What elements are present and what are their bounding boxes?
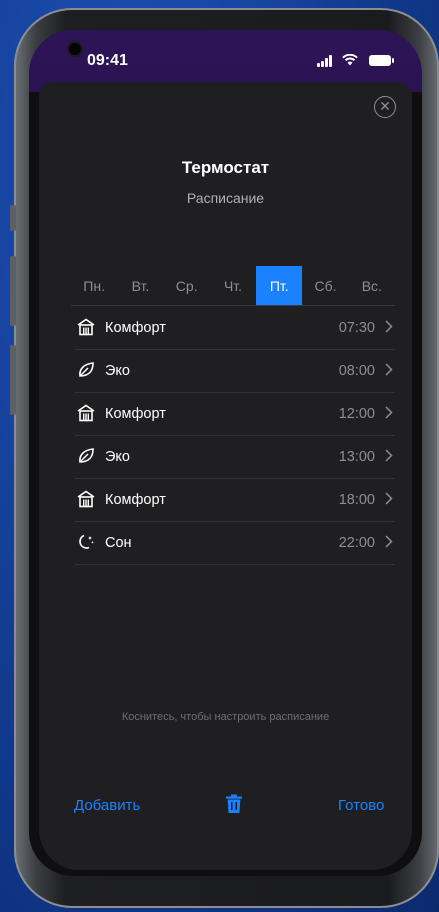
mode-time: 07:30 — [338, 320, 375, 336]
mode-label: Комфорт — [105, 492, 166, 508]
leaf-icon — [77, 447, 99, 467]
chevron-right-icon — [385, 362, 393, 380]
mode-label: Сон — [105, 535, 132, 551]
schedule-row[interactable]: Комфорт 12:00 — [75, 393, 395, 436]
day-tab[interactable]: Ср. — [164, 266, 210, 305]
mode-time: 13:00 — [338, 449, 375, 465]
volume-down-button — [10, 345, 16, 415]
home-icon — [77, 490, 99, 510]
mode-time: 22:00 — [338, 535, 375, 551]
schedule-row[interactable]: Эко 13:00 — [75, 436, 395, 479]
day-tab[interactable]: Пт. — [256, 266, 303, 305]
chevron-right-icon — [385, 491, 393, 509]
done-button[interactable]: Готово — [338, 797, 384, 814]
add-button[interactable]: Добавить — [74, 797, 140, 814]
moon-icon — [77, 533, 99, 553]
status-time: 09:41 — [87, 52, 128, 69]
battery-icon — [369, 55, 394, 66]
chevron-right-icon — [385, 534, 393, 552]
schedule-row[interactable]: Комфорт 07:30 — [75, 307, 395, 350]
hint-text: Коснитесь, чтобы настроить расписание — [121, 711, 330, 723]
day-tab[interactable]: Сб. — [302, 266, 348, 305]
home-icon — [77, 318, 99, 338]
volume-up-button — [10, 256, 16, 326]
mode-time: 12:00 — [338, 406, 375, 422]
mode-time: 18:00 — [338, 492, 375, 508]
schedule-row[interactable]: Комфорт 18:00 — [75, 479, 395, 522]
day-tab[interactable]: Вс. — [349, 266, 395, 305]
signal-icon — [317, 55, 335, 67]
page-title: Термостат — [181, 158, 270, 177]
day-tab[interactable]: Пн. — [71, 266, 117, 305]
chevron-right-icon — [385, 448, 393, 466]
page-subtitle: Расписание — [186, 190, 265, 206]
chevron-right-icon — [385, 319, 393, 337]
day-selector: Пн. Вт. Ср. Чт. Пт. Сб. Вс. — [71, 266, 395, 306]
home-icon — [77, 404, 99, 424]
close-icon[interactable]: ✕ — [374, 96, 396, 118]
day-tab[interactable]: Вт. — [117, 266, 163, 305]
trash-icon[interactable] — [225, 794, 243, 814]
camera — [67, 41, 83, 57]
mode-label: Эко — [105, 449, 130, 465]
schedule-row[interactable]: Сон 22:00 — [75, 522, 395, 565]
schedule-list: Комфорт 07:30 Эко 08:00 Комфорт 12:00 Эко 13:00… — [75, 307, 395, 565]
chevron-right-icon — [385, 405, 393, 423]
wifi-icon — [342, 53, 358, 69]
mode-time: 08:00 — [338, 363, 375, 379]
mode-label: Комфорт — [105, 406, 166, 422]
mode-label: Комфорт — [105, 320, 166, 336]
side-button — [10, 205, 16, 231]
screen: 09:41 ✕ Термостат Расписание Пн. Вт. Ср. Чт… — [29, 30, 422, 876]
schedule-row[interactable]: Эко 08:00 — [75, 350, 395, 393]
mode-label: Эко — [105, 363, 130, 379]
leaf-icon — [77, 361, 99, 381]
day-tab[interactable]: Чт. — [210, 266, 256, 305]
